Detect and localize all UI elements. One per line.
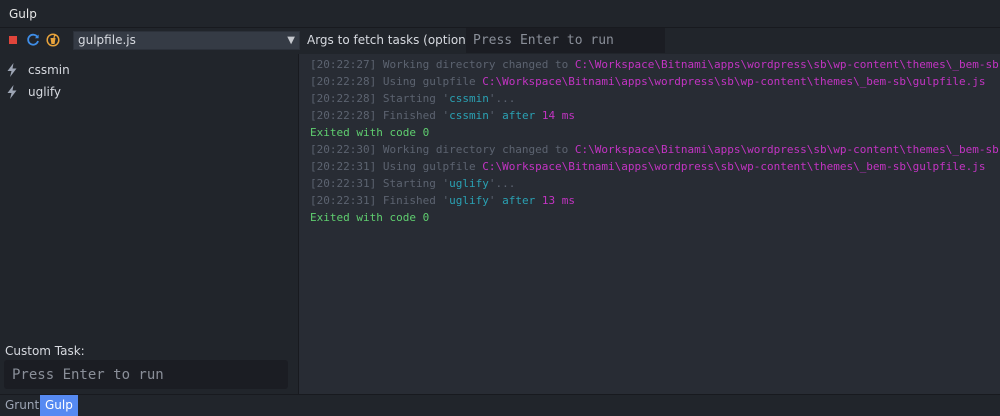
- output-segment: cssmin: [449, 92, 489, 105]
- output-segment: ': [488, 109, 503, 122]
- tab-grunt[interactable]: Grunt: [0, 395, 44, 416]
- output-segment: Exited with code 0: [310, 126, 430, 139]
- output-segment: '...: [488, 92, 516, 105]
- output-segment: C:\Workspace\Bitnami\apps\wordpress\sb\w…: [482, 160, 986, 173]
- status-bar: Grunt Gulp: [0, 394, 1000, 416]
- custom-task-label: Custom Task:: [5, 344, 85, 358]
- output-segment: C:\Workspace\Bitnami\apps\wordpress\sb\w…: [482, 75, 986, 88]
- output-line: [20:22:28] Starting 'cssmin'...: [310, 92, 515, 106]
- output-segment: Using gulpfile: [382, 75, 483, 88]
- output-segment: [20:22:31]: [310, 160, 383, 173]
- gulpfile-select-value: gulpfile.js: [78, 33, 136, 47]
- task-item-cssmin[interactable]: cssmin: [6, 61, 70, 79]
- custom-task-input[interactable]: [4, 360, 288, 389]
- output-segment: after: [502, 194, 542, 207]
- output-segment: C:\Workspace\Bitnami\apps\wordpress\sb\w…: [574, 58, 999, 71]
- output-segment: [20:22:31]: [310, 194, 383, 207]
- chevron-down-icon: ▼: [287, 35, 295, 46]
- output-segment: Finished ': [382, 194, 450, 207]
- output-segment: uglify: [449, 194, 489, 207]
- task-label: cssmin: [28, 63, 70, 77]
- args-input[interactable]: [466, 28, 665, 53]
- output-segment: 14 ms: [541, 109, 575, 122]
- output-segment: [20:22:30]: [310, 143, 383, 156]
- refresh-icon[interactable]: [26, 33, 40, 47]
- output-segment: [20:22:28]: [310, 75, 383, 88]
- output-segment: Working directory changed to: [382, 143, 575, 156]
- output-line: [20:22:31] Finished 'uglify' after 13 ms: [310, 194, 575, 208]
- output-line: [20:22:30] Working directory changed to …: [310, 143, 999, 157]
- output-line: [20:22:27] Working directory changed to …: [310, 58, 999, 72]
- lightning-bolt-icon: [7, 85, 17, 99]
- output-segment: [20:22:28]: [310, 92, 383, 105]
- tab-gulp[interactable]: Gulp: [40, 395, 78, 416]
- output-segment: ': [488, 194, 503, 207]
- output-segment: cssmin: [449, 109, 489, 122]
- output-segment: uglify: [449, 177, 489, 190]
- args-label: Args to fetch tasks (optional):: [307, 33, 486, 47]
- output-segment: 13 ms: [541, 194, 575, 207]
- output-segment: Starting ': [382, 177, 450, 190]
- output-segment: [20:22:31]: [310, 177, 383, 190]
- stop-icon[interactable]: [9, 36, 17, 44]
- task-sidebar: cssmin uglify Custom Task:: [0, 54, 298, 394]
- output-line: [20:22:28] Using gulpfile C:\Workspace\B…: [310, 75, 986, 89]
- task-label: uglify: [28, 85, 62, 99]
- output-segment: Finished ': [382, 109, 450, 122]
- output-segment: after: [502, 109, 542, 122]
- lightning-bolt-icon: [7, 63, 17, 77]
- output-segment: [20:22:27]: [310, 58, 383, 71]
- output-segment: Starting ': [382, 92, 450, 105]
- output-line: [20:22:28] Finished 'cssmin' after 14 ms: [310, 109, 575, 123]
- panel-title-bar: Gulp: [0, 0, 1000, 28]
- output-line: [20:22:31] Starting 'uglify'...: [310, 177, 515, 191]
- gulp-icon[interactable]: [46, 33, 60, 47]
- output-console: [20:22:27] Working directory changed to …: [299, 54, 1000, 394]
- output-line: Exited with code 0: [310, 126, 429, 140]
- output-segment: [20:22:28]: [310, 109, 383, 122]
- output-line: Exited with code 0: [310, 211, 429, 225]
- gulpfile-select[interactable]: gulpfile.js ▼: [73, 31, 300, 50]
- output-segment: Exited with code 0: [310, 211, 430, 224]
- output-segment: '...: [488, 177, 516, 190]
- panel-title: Gulp: [9, 7, 37, 21]
- toolbar: gulpfile.js ▼ Args to fetch tasks (optio…: [0, 28, 1000, 54]
- task-item-uglify[interactable]: uglify: [6, 83, 61, 101]
- output-segment: C:\Workspace\Bitnami\apps\wordpress\sb\w…: [574, 143, 999, 156]
- output-segment: Using gulpfile: [382, 160, 483, 173]
- output-segment: Working directory changed to: [382, 58, 575, 71]
- output-line: [20:22:31] Using gulpfile C:\Workspace\B…: [310, 160, 986, 174]
